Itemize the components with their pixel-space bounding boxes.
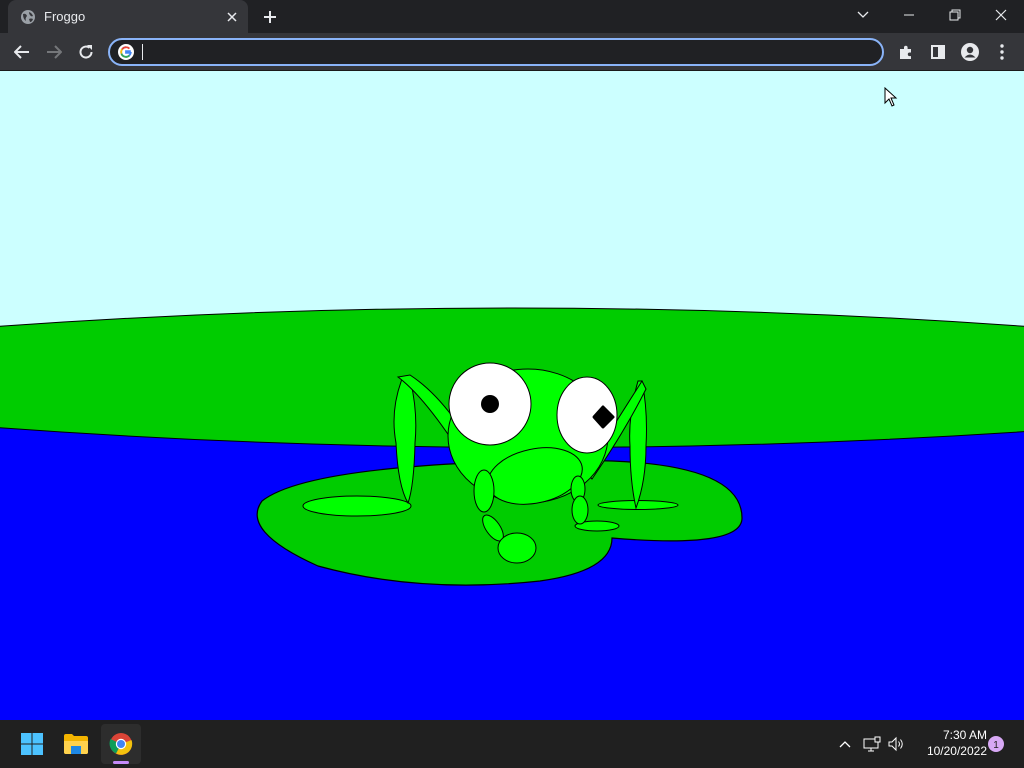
mouse-cursor-icon (884, 87, 898, 107)
side-panel-icon (931, 45, 945, 59)
frog-hand-left (497, 532, 537, 564)
close-icon (995, 9, 1007, 21)
puzzle-icon (900, 45, 911, 59)
reload-icon (79, 45, 93, 59)
forward-icon (47, 45, 62, 59)
close-tab-icon[interactable] (222, 7, 242, 27)
file-explorer-button[interactable] (56, 724, 96, 764)
profile-button[interactable] (956, 38, 984, 66)
froggo-scene[interactable] (0, 71, 1024, 720)
notification-badge[interactable]: 1 (988, 736, 1004, 752)
chevron-up-icon (839, 741, 851, 748)
address-bar[interactable] (108, 38, 884, 66)
chrome-icon (109, 733, 133, 755)
back-button[interactable] (8, 38, 36, 66)
volume-button[interactable] (887, 732, 907, 756)
restore-icon (949, 9, 961, 21)
extensions-button[interactable] (892, 38, 920, 66)
plus-icon (264, 11, 276, 23)
frog-pupil-left (481, 395, 499, 413)
forward-button[interactable] (40, 38, 68, 66)
system-clock[interactable]: 7:30 AM 10/20/2022 (915, 727, 987, 759)
address-input[interactable] (142, 43, 862, 61)
text-caret (142, 44, 143, 60)
file-explorer-icon (64, 734, 88, 754)
frog-foot-left (302, 495, 412, 517)
more-vert-icon (1000, 44, 1004, 60)
start-button[interactable] (12, 724, 52, 764)
reload-button[interactable] (72, 38, 100, 66)
clock-time: 7:30 AM (942, 728, 987, 742)
network-button[interactable] (862, 732, 882, 756)
restore-button[interactable] (932, 0, 978, 30)
windows-start-icon (21, 733, 43, 755)
chrome-taskbar-button[interactable] (101, 724, 141, 764)
profile-icon (961, 43, 979, 61)
page-content[interactable] (0, 71, 1024, 720)
tab-title: Froggo (44, 9, 86, 24)
minimize-icon (904, 14, 914, 16)
minimize-button[interactable] (886, 0, 932, 30)
side-panel-button[interactable] (924, 38, 952, 66)
frog-front-leg-left (473, 469, 495, 513)
speaker-icon (888, 736, 903, 752)
notification-count: 1 (993, 740, 999, 751)
google-icon (118, 44, 134, 60)
chevron-down-icon (857, 11, 869, 18)
clock-date: 10/20/2022 (926, 744, 987, 758)
globe-icon (20, 9, 36, 25)
taskbar: 7:30 AM 10/20/2022 (0, 720, 1024, 768)
close-window-button[interactable] (978, 0, 1024, 30)
back-icon (14, 45, 29, 59)
new-tab-button[interactable] (258, 5, 282, 29)
frog-forearm-right (571, 495, 589, 525)
tab-strip: Froggo (0, 0, 1024, 33)
show-hidden-icons-button[interactable] (836, 732, 854, 756)
network-icon (863, 736, 881, 752)
more-menu-button[interactable] (988, 38, 1016, 66)
tab-froggo[interactable]: Froggo (8, 0, 248, 33)
tab-search-button[interactable] (840, 0, 886, 30)
active-app-indicator (113, 761, 129, 764)
browser-toolbar (0, 33, 1024, 71)
